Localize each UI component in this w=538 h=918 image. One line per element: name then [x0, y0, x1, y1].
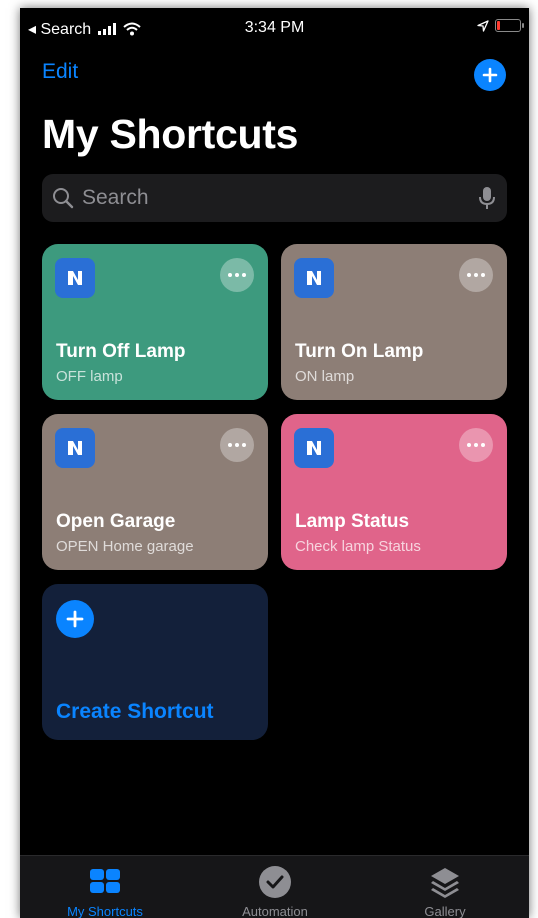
shortcut-card-turn-off-lamp[interactable]: Turn Off Lamp OFF lamp [42, 244, 268, 400]
more-options-button[interactable] [459, 428, 493, 462]
phone-screen: ◂ Search 3:34 PM Edit My Shortcuts Searc… [20, 8, 529, 918]
more-options-button[interactable] [220, 428, 254, 462]
status-bar: ◂ Search 3:34 PM [20, 8, 529, 44]
layers-icon [431, 868, 459, 898]
app-logo-icon [294, 258, 334, 298]
status-indicators [477, 19, 524, 32]
create-shortcut-card[interactable]: Create Shortcut [42, 584, 268, 740]
microphone-icon[interactable] [479, 186, 495, 210]
shortcut-card-lamp-status[interactable]: Lamp Status Check lamp Status [281, 414, 507, 570]
shortcut-subtitle: OPEN Home garage [56, 538, 194, 555]
page-title: My Shortcuts [42, 111, 299, 157]
app-logo-icon [55, 258, 95, 298]
clock: 3:34 PM [244, 19, 305, 36]
shortcut-name: Turn Off Lamp [56, 341, 186, 362]
edit-button[interactable]: Edit [42, 60, 78, 84]
tab-label: Gallery [424, 904, 466, 918]
plus-icon [56, 600, 94, 638]
grid-icon [90, 869, 120, 893]
location-arrow-icon [477, 19, 489, 32]
battery-icon [495, 19, 524, 32]
checkmark-circle-icon [259, 866, 291, 898]
tab-gallery[interactable]: Gallery [360, 856, 529, 918]
tab-label: Automation [242, 904, 308, 918]
shortcut-subtitle: ON lamp [295, 368, 355, 385]
shortcut-subtitle: Check lamp Status [295, 538, 421, 555]
shortcut-name: Lamp Status [295, 511, 410, 532]
shortcut-card-open-garage[interactable]: Open Garage OPEN Home garage [42, 414, 268, 570]
tab-automation[interactable]: Automation [190, 856, 360, 918]
search-bar[interactable] [42, 174, 507, 222]
tab-bar: My Shortcuts Automation Gallery [20, 855, 529, 918]
more-options-button[interactable] [459, 258, 493, 292]
plus-icon [482, 67, 498, 83]
tab-my-shortcuts[interactable]: My Shortcuts [20, 856, 190, 918]
shortcut-name: Open Garage [56, 511, 176, 532]
shortcut-subtitle: OFF lamp [56, 368, 123, 385]
add-shortcut-button[interactable] [474, 59, 506, 91]
app-logo-icon [55, 428, 95, 468]
tab-label: My Shortcuts [67, 904, 143, 918]
search-icon [53, 188, 74, 209]
app-logo-icon [294, 428, 334, 468]
shortcut-name: Turn On Lamp [295, 341, 424, 362]
shortcut-card-turn-on-lamp[interactable]: Turn On Lamp ON lamp [281, 244, 507, 400]
search-input[interactable] [82, 183, 462, 213]
create-shortcut-label: Create Shortcut [56, 700, 214, 723]
more-options-button[interactable] [220, 258, 254, 292]
